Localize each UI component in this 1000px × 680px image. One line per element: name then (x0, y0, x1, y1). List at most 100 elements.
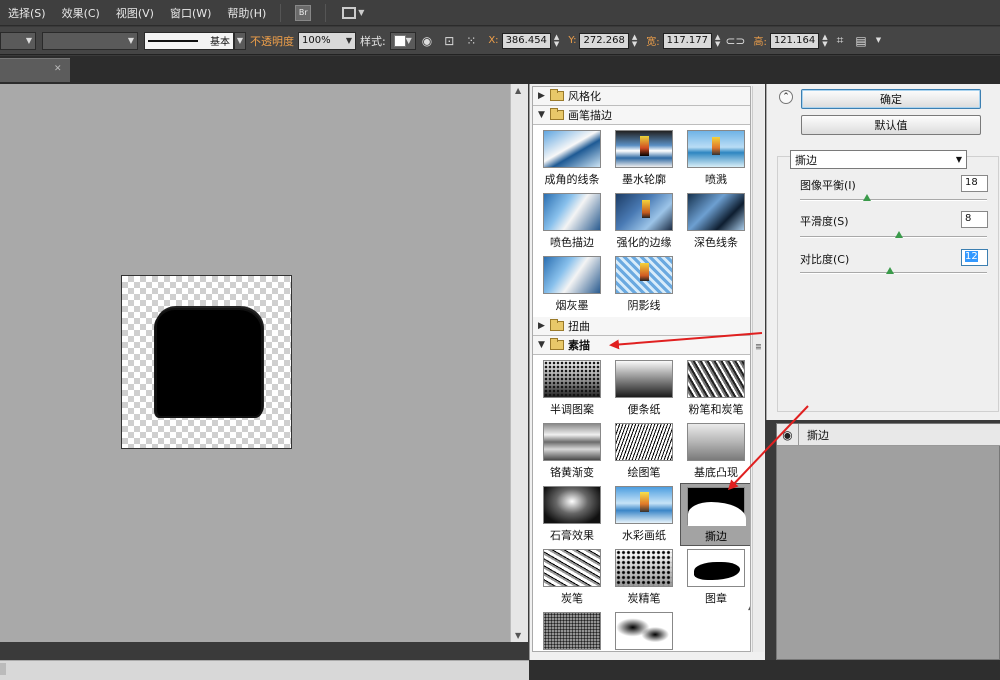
x-field[interactable]: 386.454 (501, 32, 551, 49)
filter-thumb[interactable]: 基底凸现 (680, 420, 750, 483)
filter-thumb[interactable]: 烟灰墨 (536, 253, 608, 316)
close-icon[interactable]: ✕ (54, 64, 62, 74)
stroke-profile-arrow[interactable]: ▼ (234, 31, 246, 50)
filter-preview (687, 193, 745, 231)
spinner-icon[interactable]: ▲ ▼ (822, 33, 827, 48)
slider-thumb[interactable] (895, 231, 904, 238)
workspace-switcher[interactable]: ▼ (342, 6, 365, 19)
filter-thumb[interactable]: 强化的边缘 (608, 190, 680, 253)
stroke-preview (148, 39, 198, 42)
scroll-up-icon[interactable]: ▲ (515, 86, 521, 95)
filter-thumb[interactable]: 水彩画纸 (608, 483, 680, 546)
spinner-icon[interactable]: ▲ ▼ (554, 33, 559, 48)
torn-edge-shape[interactable] (157, 310, 261, 416)
spinner-icon[interactable]: ▲ ▼ (632, 33, 637, 48)
stroke-weight-dropdown[interactable]: ▼ (42, 31, 138, 50)
filter-thumb[interactable]: 阴影线 (608, 253, 680, 316)
width-field[interactable]: 117.177 (662, 32, 712, 49)
link-icon[interactable]: ⊂⊃ (725, 34, 745, 48)
align-icon[interactable]: ⌗ (837, 33, 844, 48)
filter-thumb[interactable]: 石膏效果 (536, 483, 608, 546)
height-field[interactable]: 121.164 (769, 32, 820, 49)
filter-thumb[interactable]: 喷溅 (680, 127, 750, 190)
eye-icon[interactable]: ◉ (777, 423, 799, 446)
slider-thumb[interactable] (863, 194, 872, 201)
opacity-dropdown[interactable]: 100% ▼ (298, 31, 356, 50)
style-dropdown[interactable]: ▼ (389, 31, 416, 50)
menu-view[interactable]: 视图(V) (108, 5, 162, 21)
category-stylize[interactable]: ▶ 风格化 (533, 87, 750, 106)
category-label: 风格化 (568, 90, 601, 103)
contrast-value: 12 (965, 251, 978, 262)
canvas-horizontal-scrollbar[interactable] (0, 660, 529, 680)
y-field[interactable]: 272.268 (579, 32, 629, 49)
chevron-down-icon: ▼ (405, 36, 412, 45)
filter-label: 铬黄渐变 (550, 466, 594, 479)
category-label: 素描 (568, 339, 590, 352)
filter-thumb[interactable]: 喷色描边 (536, 190, 608, 253)
slider-thumb[interactable] (885, 267, 894, 274)
filter-thumb[interactable]: 影印 (608, 609, 680, 651)
artboard[interactable] (121, 275, 292, 449)
reference-point-icon[interactable]: ⁙ (466, 34, 476, 48)
smoothness-slider[interactable] (800, 236, 987, 238)
ok-button[interactable]: 确定 (801, 89, 981, 109)
default-button[interactable]: 默认值 (801, 115, 981, 135)
scroll-down-icon[interactable]: ▼ (515, 631, 521, 640)
filter-thumb[interactable]: 墨水轮廓 (608, 127, 680, 190)
scroll-thumb[interactable] (0, 663, 6, 675)
filter-thumb[interactable]: 绘图笔 (608, 420, 680, 483)
stroke-profile-dropdown[interactable]: 基本 (144, 31, 234, 50)
menu-effect[interactable]: 效果(C) (54, 5, 108, 21)
filter-thumb[interactable]: 半调图案 (536, 357, 608, 420)
menu-bar: 选择(S) 效果(C) 视图(V) 窗口(W) 帮助(H) Br ▼ (0, 0, 1000, 26)
spinner-icon[interactable]: ▲ ▼ (715, 33, 720, 48)
filter-thumb[interactable]: 网状 (536, 609, 608, 651)
filter-thumb[interactable]: 图章 (680, 546, 750, 609)
collapse-gallery-icon[interactable]: ⌃ (779, 90, 793, 104)
category-distort[interactable]: ▶ 扭曲 (533, 317, 750, 336)
filter-label: 深色线条 (694, 236, 738, 249)
menu-select[interactable]: 选择(S) (0, 5, 54, 21)
gallery-scrollbar[interactable]: ═ ═ (752, 86, 764, 652)
filter-thumb[interactable]: 便条纸 (608, 357, 680, 420)
filter-thumb[interactable]: 炭精笔 (608, 546, 680, 609)
transform-icon[interactable]: ⊡ (444, 34, 454, 48)
chevron-down-icon: ▼ (358, 8, 365, 17)
filter-list: ▶ 风格化 ▼ 画笔描边 成角的线条 墨水轮廓 喷溅 喷色描边 强化的边缘 深色… (532, 86, 751, 652)
image-balance-slider[interactable] (800, 199, 987, 201)
opacity-label[interactable]: 不透明度 (250, 33, 294, 49)
filter-preview (687, 549, 745, 587)
menu-help[interactable]: 帮助(H) (219, 5, 274, 21)
stroke-style-label: 基本 (210, 37, 230, 48)
filter-thumb[interactable]: 深色线条 (680, 190, 750, 253)
filter-thumb[interactable]: 铬黄渐变 (536, 420, 608, 483)
category-sketch[interactable]: ▼ 素描 (533, 336, 750, 355)
bridge-icon[interactable]: Br (295, 4, 312, 21)
folder-icon (550, 338, 564, 350)
smoothness-input[interactable]: 8 (961, 211, 988, 228)
chevron-down-icon[interactable]: ▼ (876, 37, 881, 44)
filter-thumb[interactable]: 粉笔和炭笔 (680, 357, 750, 420)
width-label: 宽: (646, 37, 660, 48)
scroll-grip-icon[interactable]: ═ ═ (756, 342, 761, 353)
menu-icon[interactable]: ▤ (855, 34, 866, 48)
menu-window[interactable]: 窗口(W) (162, 5, 219, 21)
filter-select[interactable]: 撕边 ▼ (790, 150, 967, 169)
resize-grip-icon[interactable]: ▲ (748, 602, 750, 612)
chevron-down-icon: ▼ (955, 155, 962, 164)
contrast-input[interactable]: 12 (961, 249, 988, 266)
filter-preview (615, 193, 673, 231)
filter-thumb-selected[interactable]: 撕边 (680, 483, 750, 546)
filter-thumb[interactable]: 成角的线条 (536, 127, 608, 190)
document-tab[interactable]: ✕ (0, 58, 70, 82)
canvas-area[interactable]: ▲ ▼ (0, 84, 528, 642)
fill-dropdown[interactable]: ▼ (0, 31, 36, 50)
filter-thumb[interactable]: 炭笔 (536, 546, 608, 609)
effect-layer-row[interactable]: ◉ 撕边 (777, 423, 1000, 446)
filter-label: 炭笔 (561, 592, 583, 605)
canvas-vertical-scrollbar[interactable]: ▲ ▼ (510, 84, 528, 642)
recolor-icon[interactable]: ◉ (422, 34, 432, 48)
category-brush-strokes[interactable]: ▼ 画笔描边 (533, 106, 750, 125)
image-balance-input[interactable]: 18 (961, 175, 988, 192)
